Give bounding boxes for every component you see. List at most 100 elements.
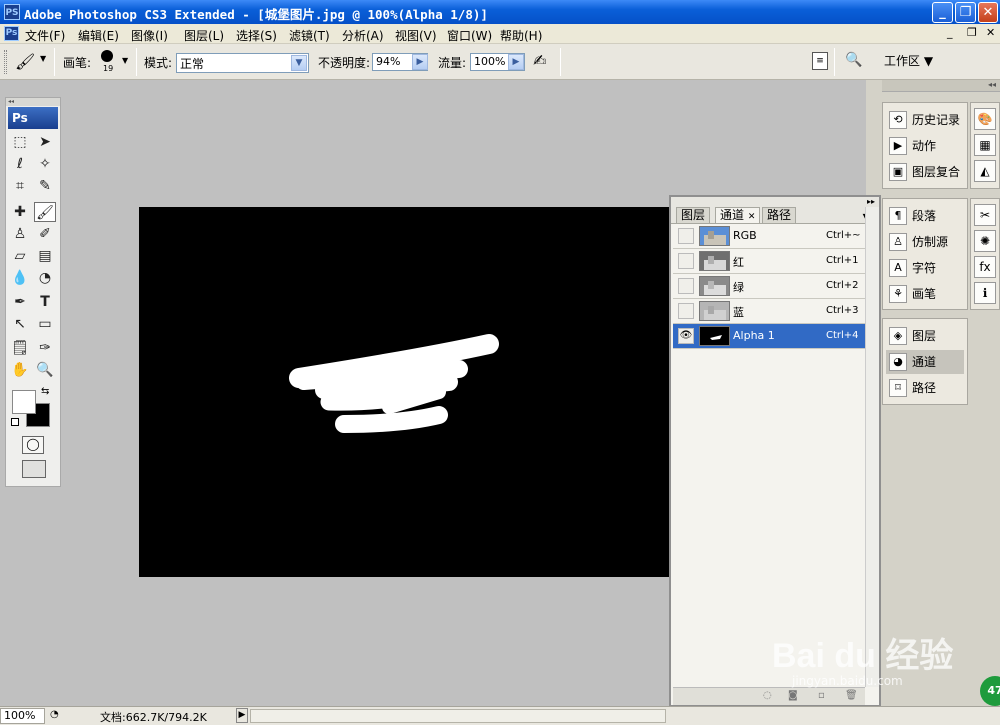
visibility-toggle[interactable] [678, 278, 694, 294]
new-channel-icon[interactable]: ▫ [818, 690, 825, 701]
rectangle-tool-icon[interactable]: ▭ [34, 314, 56, 334]
screen-mode-icon[interactable] [22, 460, 46, 478]
mode-select[interactable]: 正常 ▼ [176, 53, 309, 73]
load-selection-icon[interactable]: ◌ [763, 690, 772, 701]
document-canvas[interactable] [139, 207, 670, 577]
notes-tool-icon[interactable]: 🗒 [9, 338, 31, 358]
status-menu-arrow-icon[interactable]: ▶ [236, 708, 248, 723]
eye-icon[interactable]: 👁 [678, 328, 694, 344]
channel-row-blue[interactable]: 蓝 Ctrl+3 [673, 299, 865, 324]
ps-logo[interactable]: Ps [8, 107, 58, 129]
paragraph-panel-button[interactable]: ¶ 段落 [886, 204, 964, 228]
zoom-field[interactable]: 100% [0, 708, 45, 724]
channel-row-red[interactable]: 红 Ctrl+1 [673, 249, 865, 274]
gradient-tool-icon[interactable]: ▤ [34, 246, 56, 266]
document-icon[interactable]: Ps [4, 26, 19, 41]
zoom-tool-icon[interactable]: 🔍 [34, 360, 56, 380]
styles-fx-icon[interactable]: fx [974, 256, 996, 278]
menu-window[interactable]: 窗口(W) [447, 27, 492, 44]
menu-select[interactable]: 选择(S) [236, 27, 277, 44]
color-palette-icon[interactable]: 🎨 [974, 108, 996, 130]
brush-preview-icon[interactable] [101, 50, 113, 62]
doc-minimize-button[interactable]: _ [947, 26, 953, 39]
close-button[interactable]: ✕ [978, 2, 998, 23]
quick-mask-icon[interactable]: ◯ [22, 436, 44, 454]
palette-well-icon[interactable]: ≡ [812, 52, 828, 70]
tab-channels[interactable]: 通道 ✕ [715, 207, 761, 224]
minimize-button[interactable]: _ [932, 2, 953, 23]
close-tab-icon[interactable]: ✕ [748, 212, 756, 222]
marquee-tool-icon[interactable]: ⬚ [9, 132, 31, 152]
lasso-tool-icon[interactable]: ℓ [9, 154, 31, 174]
airbrush-icon[interactable]: ✍ [533, 51, 546, 70]
mode-dropdown-icon[interactable]: ▼ [291, 55, 307, 71]
tools-panel-header[interactable]: ◂◂ [6, 98, 60, 106]
path-selection-tool-icon[interactable]: ↖ [9, 314, 31, 334]
info-icon[interactable]: ℹ [974, 282, 996, 304]
brush-tool-preset-icon[interactable]: 🖌 [15, 52, 35, 71]
clone-stamp-tool-icon[interactable]: ♙ [9, 224, 31, 244]
default-colors-icon[interactable] [11, 418, 19, 426]
healing-brush-tool-icon[interactable]: ✚ [9, 202, 31, 222]
actions-panel-button[interactable]: ▶ 动作 [886, 134, 964, 158]
histogram-icon[interactable]: ◭ [974, 160, 996, 182]
type-tool-icon[interactable]: T [34, 292, 56, 312]
tab-paths[interactable]: 路径 [762, 207, 797, 223]
menu-layer[interactable]: 图层(L) [184, 27, 224, 44]
menu-file[interactable]: 文件(F) [25, 27, 65, 44]
tool-presets-icon[interactable]: ✂ [974, 204, 996, 226]
visibility-toggle[interactable] [678, 253, 694, 269]
menu-help[interactable]: 帮助(H) [500, 27, 542, 44]
menu-analysis[interactable]: 分析(A) [342, 27, 384, 44]
doc-restore-button[interactable]: ❐ [967, 26, 977, 39]
menu-image[interactable]: 图像(I) [131, 27, 168, 44]
swatches-icon[interactable]: ▦ [974, 134, 996, 156]
clone-source-panel-button[interactable]: ♙ 仿制源 [886, 230, 964, 254]
paths-panel-button[interactable]: ⌑ 路径 [886, 376, 964, 400]
dodge-tool-icon[interactable]: ◔ [34, 268, 56, 288]
layer-comps-panel-button[interactable]: ▣ 图层复合 [886, 160, 964, 184]
menu-view[interactable]: 视图(V) [395, 27, 437, 44]
eyedropper-tool-icon[interactable]: ✑ [34, 338, 56, 358]
menu-edit[interactable]: 编辑(E) [78, 27, 119, 44]
bridge-icon[interactable]: 🔍 [845, 52, 862, 68]
slice-tool-icon[interactable]: ✎ [34, 176, 56, 196]
move-tool-icon[interactable]: ➤ [34, 132, 56, 152]
menu-filter[interactable]: 滤镜(T) [289, 27, 330, 44]
hand-tool-icon[interactable]: ✋ [9, 360, 31, 380]
save-selection-icon[interactable]: ◙ [788, 690, 798, 701]
channel-row-alpha1[interactable]: 👁 Alpha 1 Ctrl+4 [673, 324, 865, 349]
history-brush-tool-icon[interactable]: ✐ [34, 224, 56, 244]
brush-tool-icon[interactable]: 🖌 [34, 202, 56, 222]
brushes-panel-button[interactable]: ⚘ 画笔 [886, 282, 964, 306]
eraser-tool-icon[interactable]: ▱ [9, 246, 31, 266]
tab-layers[interactable]: 图层 [676, 207, 711, 223]
character-panel-button[interactable]: A 字符 [886, 256, 964, 280]
visibility-toggle[interactable] [678, 303, 694, 319]
doc-close-button[interactable]: ✕ [986, 26, 995, 39]
horizontal-scrollbar[interactable] [250, 709, 666, 723]
channel-row-green[interactable]: 绿 Ctrl+2 [673, 274, 865, 299]
brush-picker-dropdown-icon[interactable]: ▼ [122, 56, 128, 65]
channels-panel-button[interactable]: ◕ 通道 [886, 350, 964, 374]
channels-scrollbar[interactable] [865, 207, 879, 687]
flow-slider-arrow-icon[interactable]: ▶ [508, 54, 524, 70]
channel-row-rgb[interactable]: RGB Ctrl+~ [673, 224, 865, 249]
swap-colors-icon[interactable]: ⇆ [41, 386, 49, 397]
history-panel-button[interactable]: ⟲ 历史记录 [886, 108, 964, 132]
magic-wand-tool-icon[interactable]: ✧ [34, 154, 56, 174]
dock-collapse-bar[interactable]: ◂◂ [882, 80, 1000, 92]
tool-preset-dropdown-icon[interactable]: ▼ [40, 54, 46, 63]
status-icon[interactable]: ◔ [50, 709, 59, 720]
options-grip[interactable] [4, 50, 7, 74]
crop-tool-icon[interactable]: ⌗ [9, 176, 31, 196]
pen-tool-icon[interactable]: ✒ [9, 292, 31, 312]
foreground-color-swatch[interactable] [12, 390, 36, 414]
blur-tool-icon[interactable]: 💧 [9, 268, 31, 288]
maximize-button[interactable]: ❐ [955, 2, 976, 23]
visibility-toggle[interactable] [678, 228, 694, 244]
layers-panel-button[interactable]: ◈ 图层 [886, 324, 964, 348]
opacity-slider-arrow-icon[interactable]: ▶ [412, 54, 428, 70]
delete-channel-icon[interactable]: 🗑 [845, 690, 858, 701]
workspace-menu[interactable]: 工作区 ▼ [884, 52, 933, 69]
